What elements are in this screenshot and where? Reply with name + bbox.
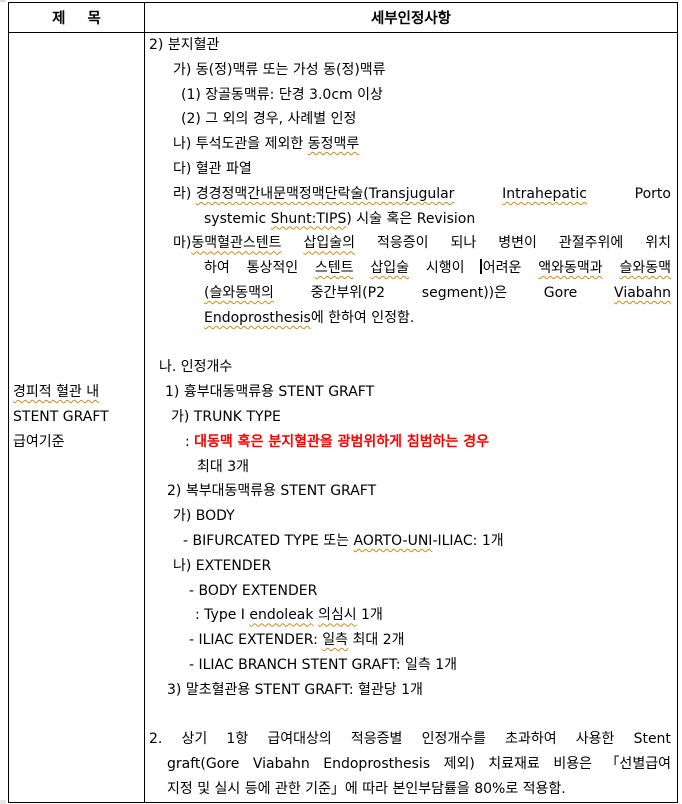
text: 1개 [356,607,383,624]
text: Intrahepatic [502,185,587,202]
list-item: 가) TRUNK TYPE [171,408,281,425]
text: 슬와동맥 [619,260,671,277]
list-item: 마) 동맥혈관스텐트 삽입술의 적응증이 되나 병변이 관절주위에 위치 [149,231,671,256]
text-cursor [480,259,482,275]
row-title-line: 경피적 혈관 내 [13,380,144,405]
text: AORTO-UNI [353,532,433,549]
excess-clause-line: 2. 상기 1항 급여대상의 적응증별 인정개수를 초과하여 사용한 Stent [149,731,671,748]
header-title-part: 제 [52,11,66,27]
list-item: 다) 혈관 파열 [173,160,252,177]
list-item: - ILIAC EXTENDER: 일측 최대 2개 [149,628,671,653]
text: segment))은 [421,284,507,301]
list-item: 2) 복부대동맥류용 STENT GRAFT [167,483,377,500]
text: 나) 투석도관을 제외한 [173,136,308,153]
list-item: 1) 흉부대동맥류용 STENT GRAFT [165,384,375,401]
list-item: (1) 장골동맥류: 단경 3.0cm 이상 [181,86,383,103]
text: 삽입술의 [303,235,356,252]
text: systemic [204,210,271,227]
list-item-continuation: 하여 통상적인 스텐트 삽입술 시행이 어려운 액와동맥과 슬와동맥 [149,256,671,281]
list-item: 최대 3개 [197,458,249,475]
text: 라) 경경정맥간내문맥정맥단락술(Transjugular [173,182,454,207]
text: 삽입술 [370,260,410,277]
list-item: : 대동맥 혹은 분지혈관을 광범위하게 침범하는 경우 [149,430,671,455]
row-title-text: 경피적 혈관 내 [13,384,100,401]
text: - ILIAC EXTENDER: [189,632,323,649]
text: 동맥혈관스텐트 삽입술의 적응증이 되나 병변이 관절주위에 위치 [191,231,671,256]
branch-vessel-heading: 2) 분지혈관 [149,37,220,53]
text: Shunt:TIPS [270,210,347,227]
list-item-continuation: systemic Shunt:TIPS) 시술 혹은 Revision [149,207,671,232]
text: 일측 [322,632,349,649]
header-details: 세부인정사항 [144,2,678,33]
header-title: 제목 [8,2,145,33]
list-item: 가) 동(정)맥류 또는 가성 동(정)맥류 [173,61,386,78]
row-title-line: STENT GRAFT [13,408,109,425]
list-item-continuation: (슬와동맥의 중간부위(P2 segment))은 Gore Viabahn [149,281,671,306]
list-item: : Type Ⅰ endoleak 의심시 1개 [149,603,671,628]
criteria-table: 제목 세부인정사항 경피적 혈관 내 STENT GRAFT 급여기준 2) 분… [8,2,678,803]
text: 중간부위(P2 [310,284,385,301]
row-title-cell[interactable]: 경피적 혈관 내 STENT GRAFT 급여기준 [8,32,145,803]
text: 액와동맥과 [538,260,603,277]
window-corner [0,0,6,2]
text: 의심시 [317,607,357,624]
list-item: - ILIAC BRANCH STENT GRAFT: 일측 1개 [189,656,458,673]
text: 동맥혈관스텐트 [191,235,282,252]
list-item: 가) BODY [173,508,235,525]
row-title-line: 급여기준 [13,433,65,450]
text: 최대 2개 [348,632,405,649]
text: 동정맥루 [307,136,360,153]
text: endoleak [249,607,314,624]
text: Endoprosthesis [204,309,311,326]
text: Porto [634,185,671,202]
text: 어려운 [480,256,521,281]
header-title-part: 목 [87,11,101,27]
text: 라) [173,185,196,202]
table-header-row: 제목 세부인정사항 [8,2,678,33]
list-item-continuation: Endoprosthesis에 한하여 인정함. [149,306,671,331]
details-cell[interactable]: 2) 분지혈관 가) 동(정)맥류 또는 가성 동(정)맥류 (1) 장골동맥류… [144,32,678,803]
text: : Type Ⅰ [195,607,250,624]
text: - BIFURCATED TYPE 또는 [183,532,354,549]
text: ) 시술 혹은 Revision [346,210,476,227]
window-corner [0,800,6,804]
list-item: 나) 투석도관을 제외한 동정맥루 [149,132,671,157]
count-heading: 나. 인정개수 [159,359,233,376]
text: Gore [543,284,578,301]
list-item: 3) 말초혈관용 STENT GRAFT: 혈관당 1개 [167,681,423,698]
text: -ILIAC: 1개 [432,532,504,549]
text: Viabahn [614,284,671,301]
text: 마) [173,235,192,252]
text: 스텐트 [314,260,354,277]
text: 경경정맥간내문맥정맥단락술(Transjugular [195,185,455,202]
list-item: (2) 그 외의 경우, 사례별 인정 [181,111,357,128]
list-item: - BIFURCATED TYPE 또는 AORTO-UNI-ILIAC: 1개 [149,529,671,554]
list-item: 라) 경경정맥간내문맥정맥단락술(Transjugular Intrahepat… [149,182,671,207]
excess-clause-line: graft(Gore Viabahn Endoprosthesis 제외) 치료재료 비용… [167,756,671,773]
highlighted-condition: 대동맥 혹은 분지혈관을 광범위하게 침범하는 경우 [194,433,490,450]
list-item: - BODY EXTENDER [189,582,318,599]
excess-clause-line: 지정 및 실시 등에 관한 기준」에 따라 본인부담률을 80%로 적용함. [167,780,566,797]
list-item: 나) EXTENDER [173,557,272,574]
text: 에 한하여 인정함. [310,309,415,326]
table-row: 경피적 혈관 내 STENT GRAFT 급여기준 2) 분지혈관 가) 동(정… [8,32,678,803]
text: (슬와동맥의 [204,284,274,301]
text: : [185,433,195,450]
